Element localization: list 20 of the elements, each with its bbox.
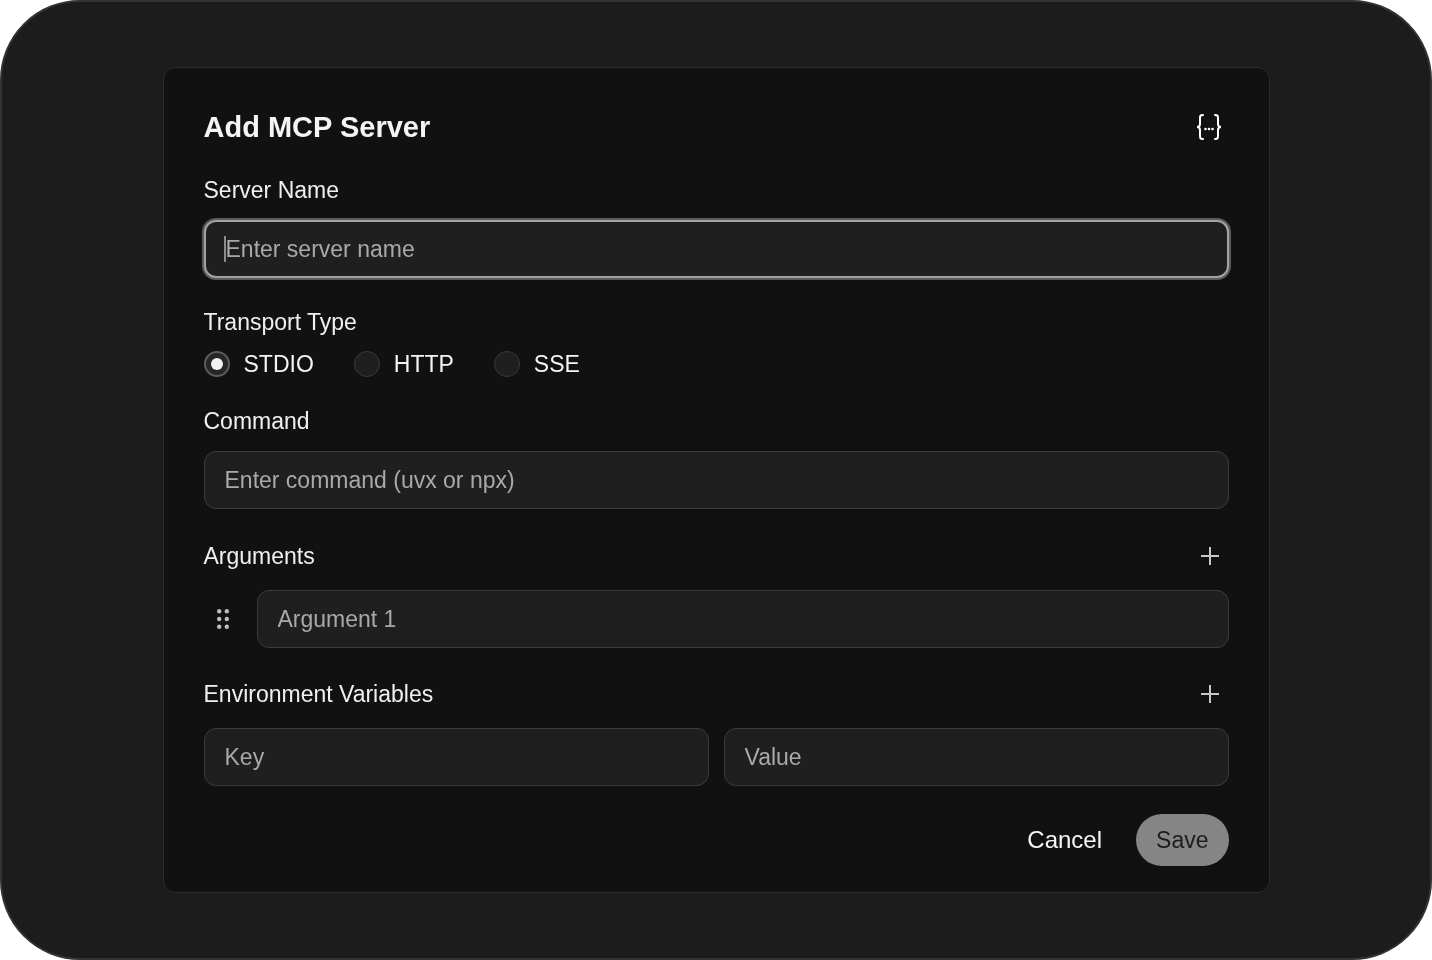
input-field[interactable]: Enter server name (203, 220, 1229, 278)
drag-handle-icon[interactable] (217, 609, 229, 629)
input-field[interactable]: Value (723, 728, 1229, 786)
input-field[interactable]: Argument 1 (256, 590, 1229, 648)
plus-icon[interactable] (1200, 685, 1219, 703)
field-label: Command (203, 407, 311, 435)
input-field[interactable]: Enter command (uvx or npx) (203, 451, 1229, 509)
field-label: Server Name (203, 176, 340, 204)
text-cursor (223, 236, 226, 262)
cancel-button[interactable]: Cancel (1011, 814, 1119, 866)
input-field[interactable]: Key (203, 728, 709, 786)
section-label: Environment Variables (203, 680, 434, 709)
dialog-title: Add MCP Server (203, 110, 431, 144)
radio-option[interactable]: HTTP (353, 349, 454, 379)
section-label: Arguments (203, 542, 315, 571)
field-label: Transport Type (203, 308, 358, 336)
braces-icon[interactable] (1194, 114, 1223, 140)
radio-option[interactable]: STDIO (203, 349, 314, 379)
radio-option[interactable]: SSE (493, 349, 580, 379)
plus-icon[interactable] (1200, 547, 1219, 565)
